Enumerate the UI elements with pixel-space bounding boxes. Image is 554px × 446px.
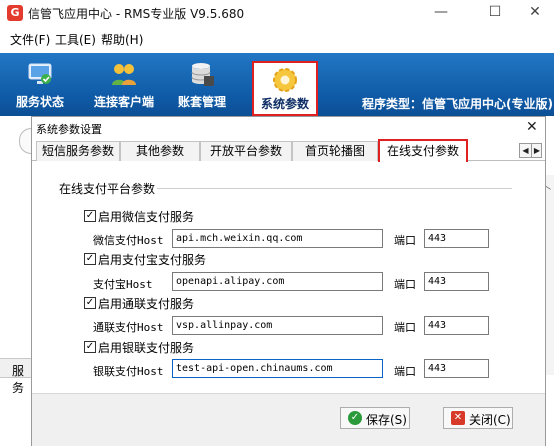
checkbox-check-icon[interactable]: ✓ xyxy=(84,253,96,265)
tab-open-platform-params[interactable]: 开放平台参数 xyxy=(200,141,292,161)
close-icon: ✕ xyxy=(451,411,465,425)
alipay-port-input[interactable]: 443 xyxy=(424,272,489,291)
checkbox-label: 启用微信支付服务 xyxy=(98,210,195,224)
dialog-title-bar: 系统参数设置 ✕ xyxy=(32,117,545,138)
menu-bar: 文件(F) 工具(E) 帮助(H) xyxy=(0,27,554,49)
alipay-host-input[interactable]: openapi.alipay.com xyxy=(172,272,383,291)
allinpay-port-label: 端口 xyxy=(394,321,416,334)
monitor-icon xyxy=(28,63,52,84)
allinpay-host-label: 通联支付Host xyxy=(93,321,164,334)
app-logo-icon: G xyxy=(7,5,23,21)
system-params-dialog: 系统参数设置 ✕ 短信服务参数 其他参数 开放平台参数 首页轮播图 在线支付参数… xyxy=(31,116,546,446)
toolbar-label: 账套管理 xyxy=(177,95,226,109)
tab-strip: 短信服务参数 其他参数 开放平台参数 首页轮播图 在线支付参数 ◀ ▶ xyxy=(32,139,545,162)
wechat-port-label: 端口 xyxy=(394,234,416,247)
menu-file[interactable]: 文件(F) xyxy=(10,31,50,48)
title-bar: G 信管飞应用中心 - RMS专业版 V9.5.680 — ☐ ✕ xyxy=(0,0,554,26)
tab-online-payment-params[interactable]: 在线支付参数 xyxy=(378,139,468,162)
toolbar-service-status[interactable]: 服务状态 xyxy=(10,53,70,116)
close-button[interactable]: ✕ 关闭(C) xyxy=(443,407,513,429)
toolbar-connected-clients[interactable]: 连接客户端 xyxy=(88,53,160,116)
toolbar-system-params[interactable]: 系统参数 xyxy=(252,61,318,116)
checkbox-check-icon[interactable]: ✓ xyxy=(84,341,96,353)
tab-scroll-right-icon[interactable]: ▶ xyxy=(531,144,542,157)
online-payment-panel: 在线支付平台参数 ✓ 启用微信支付服务 微信支付Host api.mch.wei… xyxy=(32,162,545,402)
users-icon xyxy=(112,64,136,85)
background-status-strip: 服务 xyxy=(0,358,32,395)
allinpay-host-input[interactable]: vsp.allinpay.com xyxy=(172,316,383,335)
toolbar-label: 连接客户端 xyxy=(93,95,154,109)
toolbar-account-management[interactable]: 账套管理 xyxy=(170,53,234,116)
checkbox-label: 启用通联支付服务 xyxy=(98,297,195,311)
toolbar-label: 服务状态 xyxy=(15,95,64,109)
wechat-host-input[interactable]: api.mch.weixin.qq.com xyxy=(172,229,383,248)
save-button-label: 保存(S) xyxy=(366,413,407,427)
unionpay-host-label: 银联支付Host xyxy=(93,365,164,378)
minimize-button[interactable]: — xyxy=(418,0,464,26)
database-icon xyxy=(191,63,214,86)
close-button-label: 关闭(C) xyxy=(469,413,511,427)
alipay-port-label: 端口 xyxy=(394,278,416,291)
group-title: 在线支付平台参数 xyxy=(59,180,162,197)
tab-home-carousel[interactable]: 首页轮播图 xyxy=(292,141,378,161)
background-strip-label: 服务 xyxy=(12,364,25,395)
program-type-label: 程序类型：信管飞应用中心(专业版) xyxy=(362,97,553,111)
alipay-host-label: 支付宝Host xyxy=(93,278,153,291)
unionpay-host-input[interactable]: test-api-open.chinaums.com xyxy=(172,359,383,378)
unionpay-port-input[interactable]: 443 xyxy=(424,359,489,378)
wechat-host-label: 微信支付Host xyxy=(93,234,164,247)
main-toolbar: 服务状态 连接客户端 账套管理 系统参数 程序类型：信管飞应用中心(专业版) xyxy=(0,53,554,116)
dialog-title: 系统参数设置 xyxy=(36,123,102,136)
checkbox-label: 启用支付宝支付服务 xyxy=(98,253,207,267)
toolbar-label: 系统参数 xyxy=(260,97,309,111)
check-icon: ✓ xyxy=(348,411,362,425)
checkbox-check-icon[interactable]: ✓ xyxy=(84,297,96,309)
tab-scroll-arrows[interactable]: ◀ ▶ xyxy=(519,143,542,158)
tab-other-params[interactable]: 其他参数 xyxy=(120,141,200,161)
checkbox-check-icon[interactable]: ✓ xyxy=(84,210,96,222)
tab-scroll-left-icon[interactable]: ◀ xyxy=(520,144,531,157)
allinpay-port-input[interactable]: 443 xyxy=(424,316,489,335)
dialog-close-icon[interactable]: ✕ xyxy=(526,119,538,135)
group-divider xyxy=(157,188,512,189)
window-title: 信管飞应用中心 - RMS专业版 V9.5.680 xyxy=(28,7,245,21)
window-close-button[interactable]: ✕ xyxy=(512,0,554,26)
checkbox-label: 启用银联支付服务 xyxy=(98,341,195,355)
tab-sms-params[interactable]: 短信服务参数 xyxy=(36,141,120,161)
dialog-footer: ✓ 保存(S) ✕ 关闭(C) xyxy=(32,393,545,446)
wechat-port-input[interactable]: 443 xyxy=(424,229,489,248)
menu-tools[interactable]: 工具(E) xyxy=(55,31,96,48)
save-button[interactable]: ✓ 保存(S) xyxy=(340,407,410,429)
gear-icon xyxy=(273,68,297,92)
unionpay-port-label: 端口 xyxy=(394,365,416,378)
menu-help[interactable]: 帮助(H) xyxy=(101,31,143,48)
